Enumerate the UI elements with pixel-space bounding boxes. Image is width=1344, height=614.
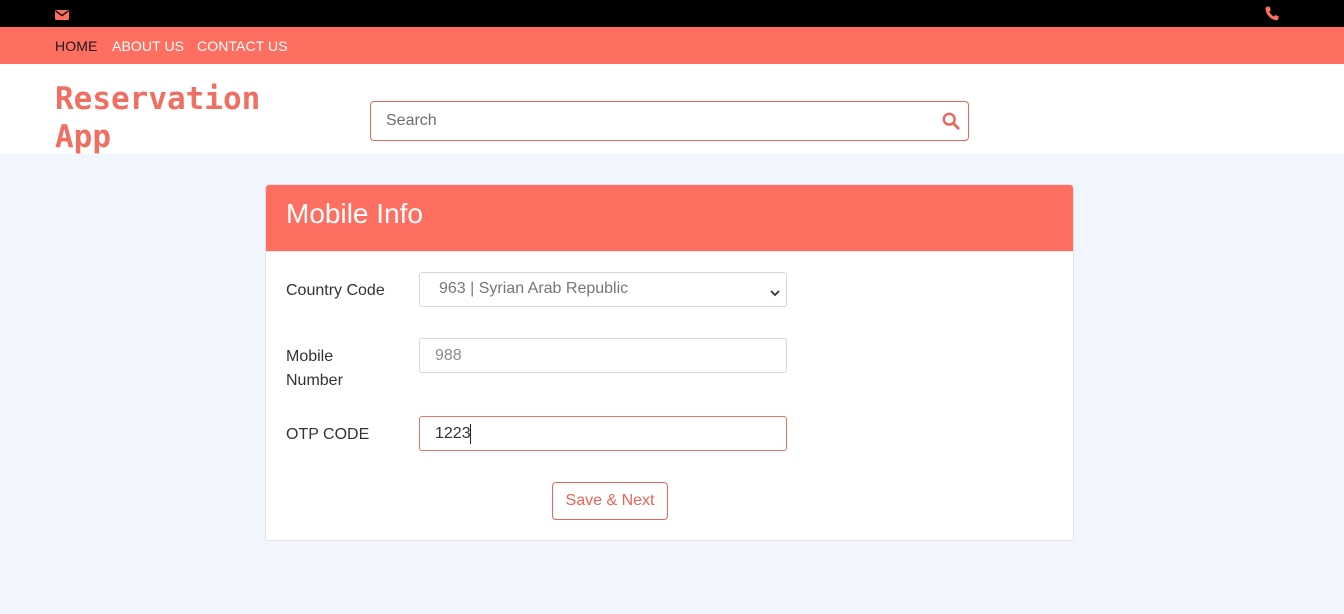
main-navbar: HOME ABOUT US CONTACT US <box>0 27 1344 64</box>
nav-about-us-link[interactable]: ABOUT US <box>112 38 184 54</box>
save-and-next-button[interactable]: Save & Next <box>552 482 668 520</box>
search-bar <box>370 101 969 141</box>
mobile-number-label-line-1: Mobile <box>286 348 334 365</box>
otp-code-input[interactable] <box>420 417 786 450</box>
nav-home-link[interactable]: HOME <box>55 38 97 54</box>
site-header: Reservation App <box>0 64 1344 156</box>
brand-line-1: Reservation <box>55 81 261 117</box>
search-input[interactable] <box>371 102 931 140</box>
mobile-number-label-line-2: Number <box>286 372 343 389</box>
nav-contact-us-link[interactable]: CONTACT US <box>197 38 288 54</box>
brand-logo[interactable]: Reservation App <box>55 80 315 156</box>
text-caret <box>470 424 471 444</box>
otp-code-label: OTP CODE <box>286 426 370 443</box>
mobile-number-field <box>419 338 787 373</box>
country-code-select[interactable]: 963 | Syrian Arab Republic <box>419 272 787 307</box>
chevron-down-icon <box>770 284 780 302</box>
search-icon[interactable] <box>942 112 960 134</box>
brand-line-2: App <box>55 119 111 155</box>
top-bar <box>0 0 1344 27</box>
card-title: Mobile Info <box>286 198 423 229</box>
envelope-icon[interactable] <box>55 6 69 25</box>
phone-icon[interactable] <box>1265 6 1279 25</box>
otp-code-field <box>419 416 787 451</box>
country-code-selected-value: 963 | Syrian Arab Republic <box>439 280 629 297</box>
mobile-number-input[interactable] <box>420 339 786 372</box>
mobile-info-card: Mobile Info Country Code 963 | Syrian Ar… <box>265 184 1074 541</box>
country-code-label: Country Code <box>286 282 385 299</box>
card-header: Mobile Info <box>266 185 1073 252</box>
mobile-number-label: Mobile Number <box>286 345 343 393</box>
